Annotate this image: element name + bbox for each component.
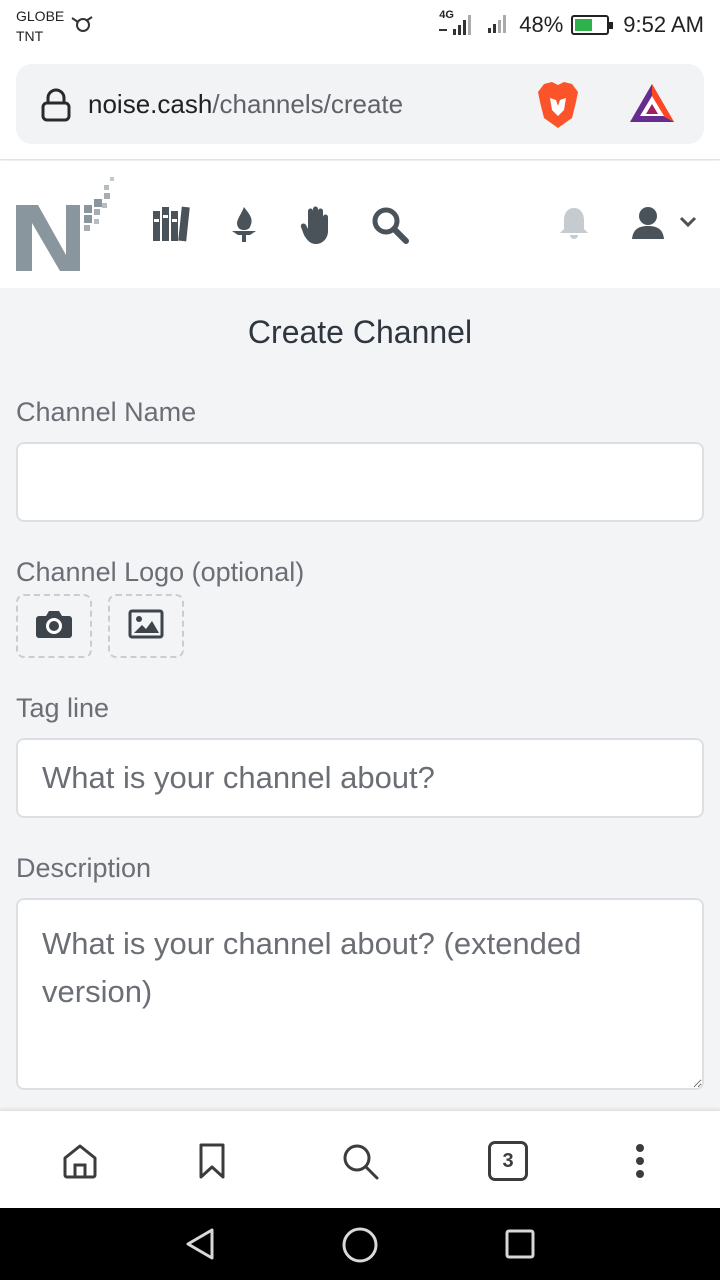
url-text[interactable]: noise.cash/channels/create (88, 88, 403, 120)
site-header (0, 161, 720, 288)
tab-count: 3 (488, 1141, 528, 1181)
tabs-icon[interactable]: 3 (486, 1139, 530, 1183)
signal-icon (487, 10, 511, 40)
browser-bottom-toolbar: 3 (0, 1110, 720, 1208)
user-icon[interactable] (630, 205, 666, 246)
recents-icon[interactable] (502, 1226, 538, 1267)
carrier-label: GLOBE TNT (16, 6, 64, 46)
bookmark-icon[interactable] (190, 1139, 234, 1183)
description-label: Description (16, 853, 152, 883)
carrier-line2: TNT (16, 28, 44, 44)
library-icon[interactable] (152, 205, 192, 248)
noise-cash-logo[interactable] (14, 175, 114, 280)
tag-line-input[interactable] (16, 738, 704, 818)
camera-upload-button[interactable] (16, 594, 92, 658)
image-upload-button[interactable] (108, 594, 184, 658)
url-host: noise.cash (88, 89, 213, 119)
lock-icon[interactable] (40, 88, 72, 127)
carrier-line1: GLOBE (16, 8, 65, 24)
system-nav-bar (0, 1208, 720, 1280)
search-icon[interactable] (338, 1139, 382, 1183)
camera-icon (35, 609, 73, 644)
channel-name-label: Channel Name (16, 397, 197, 427)
search-icon[interactable] (370, 205, 410, 250)
page-title: Create Channel (247, 314, 473, 350)
home-icon[interactable] (58, 1139, 102, 1183)
browser-chrome: noise.cash/channels/create (0, 50, 720, 160)
bell-icon[interactable] (558, 205, 590, 246)
clock: 9:52 AM (623, 12, 704, 37)
network-4g-icon: 4G (439, 9, 479, 39)
more-vertical-icon[interactable] (618, 1139, 662, 1183)
bat-rewards-icon[interactable] (628, 82, 676, 131)
tag-line-label: Tag line (16, 693, 110, 723)
status-bar: GLOBE TNT 4G 48% 9:52 AM (0, 0, 720, 50)
raised-hand-icon[interactable] (300, 205, 334, 250)
create-channel-form: Create Channel Channel Name Channel Logo… (0, 288, 720, 1110)
chevron-down-icon[interactable] (678, 215, 698, 234)
channel-name-input[interactable] (16, 442, 704, 522)
status-right: 4G 48% 9:52 AM (439, 8, 704, 42)
battery-percent: 48% (519, 12, 564, 37)
home-circle-icon[interactable] (341, 1226, 379, 1269)
address-bar[interactable]: noise.cash/channels/create (16, 64, 704, 144)
description-textarea[interactable] (16, 898, 704, 1090)
flame-icon[interactable] (228, 205, 260, 248)
back-icon[interactable] (182, 1226, 218, 1267)
channel-logo-label: Channel Logo (optional) (16, 557, 305, 587)
data-saver-icon (70, 14, 94, 39)
brave-shields-icon[interactable] (536, 80, 580, 135)
battery-icon (571, 15, 614, 35)
url-path: /channels/create (212, 89, 404, 119)
image-icon (128, 609, 164, 644)
